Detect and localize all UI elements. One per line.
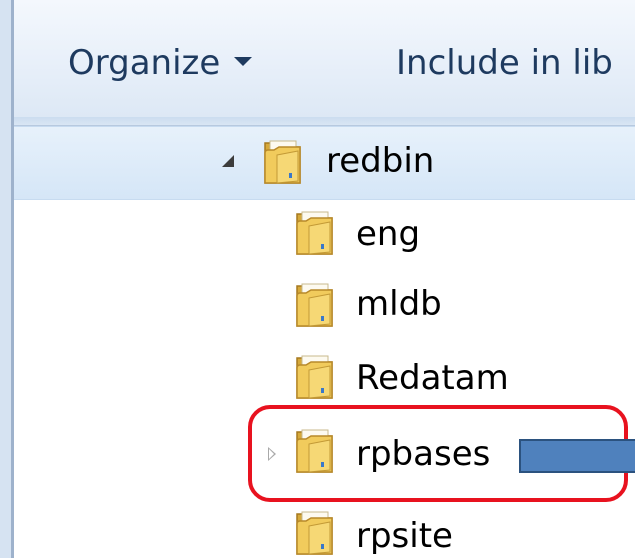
folder-label-redbin: redbin bbox=[326, 141, 435, 181]
window-frame bbox=[0, 0, 14, 558]
folder-icon bbox=[262, 137, 314, 185]
explorer-content: Organize Include in lib redbin eng mldb … bbox=[14, 0, 635, 558]
tree-row-rpsite[interactable]: rpsite bbox=[14, 488, 635, 560]
tree-row-mldb[interactable]: mldb bbox=[14, 272, 635, 344]
command-bar: Organize Include in lib bbox=[14, 0, 635, 118]
folder-label-rpsite: rpsite bbox=[356, 516, 453, 556]
folder-icon bbox=[294, 508, 346, 556]
organize-button[interactable]: Organize bbox=[68, 40, 253, 86]
folder-label-redatam: Redatam bbox=[356, 358, 509, 398]
include-in-library-label: Include in lib bbox=[396, 43, 613, 83]
collapsed-triangle-icon[interactable] bbox=[268, 447, 276, 461]
dropdown-arrow-icon bbox=[234, 57, 253, 66]
folder-icon bbox=[294, 280, 346, 328]
folder-tree: redbin eng mldb Redatam rpbases rpsite bbox=[14, 126, 635, 558]
folder-label-mldb: mldb bbox=[356, 284, 442, 324]
folder-icon bbox=[294, 426, 346, 474]
folder-icon bbox=[294, 352, 346, 400]
tree-row-eng[interactable]: eng bbox=[14, 200, 635, 272]
tree-row-redatam[interactable]: Redatam bbox=[14, 344, 635, 416]
folder-icon bbox=[294, 208, 346, 256]
organize-label: Organize bbox=[68, 43, 221, 83]
pointer-arrow-annotation bbox=[519, 439, 635, 473]
tree-row-redbin[interactable]: redbin bbox=[14, 126, 635, 200]
column-header-bar bbox=[14, 117, 635, 126]
folder-label-eng: eng bbox=[356, 214, 421, 254]
expanded-triangle-icon[interactable] bbox=[222, 155, 234, 167]
include-in-library-button[interactable]: Include in lib bbox=[396, 40, 613, 86]
folder-label-rpbases: rpbases bbox=[356, 434, 491, 474]
